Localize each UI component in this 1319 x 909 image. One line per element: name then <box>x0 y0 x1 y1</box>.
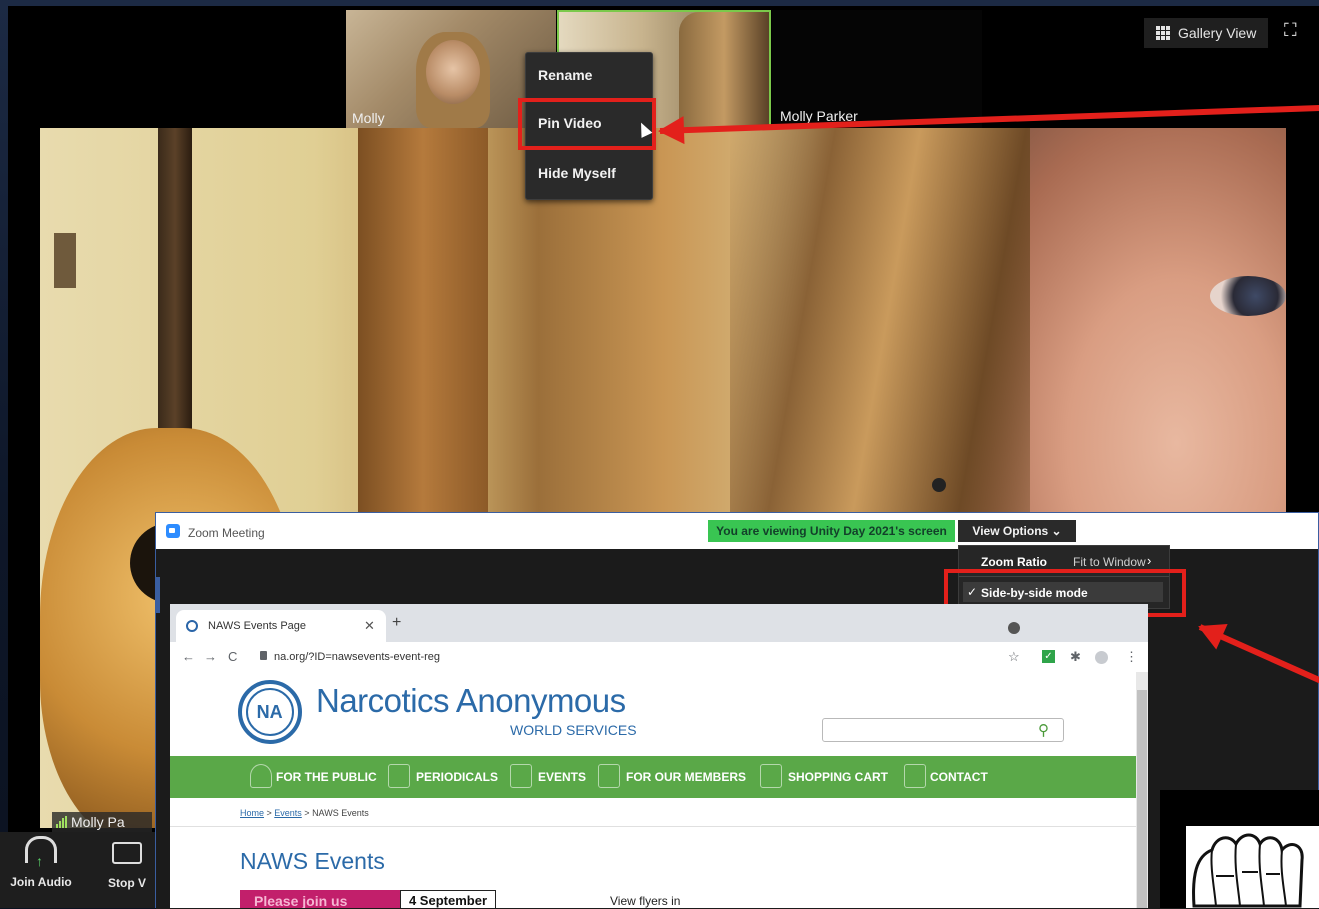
forward-arrow-icon[interactable]: → <box>204 649 217 664</box>
webpage: NA Narcotics Anonymous WORLD SERVICES ⚲ … <box>170 672 1136 908</box>
fullscreen-icon[interactable]: ⛶ <box>1284 20 1297 41</box>
nav-periodicals[interactable]: PERIODICALS <box>416 770 498 784</box>
pen-icon <box>904 764 926 788</box>
meeting-toolbar: ↑ Join Audio Stop V <box>0 832 160 908</box>
nav-for-our-members[interactable]: FOR OUR MEMBERS <box>626 770 746 784</box>
logo-text: NA <box>257 701 283 722</box>
browser-tab[interactable]: NAWS Events Page ✕ <box>176 610 386 642</box>
breadcrumb-home[interactable]: Home <box>240 808 264 818</box>
search-icon[interactable]: ⚲ <box>1038 721 1049 739</box>
divider <box>170 826 1136 827</box>
headphones-icon: ↑ <box>25 836 57 869</box>
star-icon[interactable]: ☆ <box>1008 649 1020 665</box>
new-tab-icon[interactable]: + <box>392 614 401 632</box>
nav-for-the-public[interactable]: FOR THE PUBLIC <box>276 770 377 784</box>
stop-video-button[interactable]: Stop V <box>92 836 162 890</box>
address-bar: ← → C na.org/?ID=nawsevents-event-reg ☆ … <box>170 642 1148 673</box>
nav-events[interactable]: EVENTS <box>538 770 586 784</box>
share-titlebar: Zoom Meeting You are viewing Unity Day 2… <box>156 513 1318 549</box>
breadcrumb-separator: > <box>301 808 313 818</box>
speaker-name-text: Molly Pa <box>71 814 125 830</box>
camera-icon <box>112 842 142 864</box>
na-logo[interactable]: NA <box>236 678 304 746</box>
zoom-ratio-value[interactable]: Fit to Window <box>1073 555 1146 569</box>
side-edge-marker <box>156 577 160 613</box>
guitar-neck <box>158 128 192 458</box>
profile-dot-icon[interactable] <box>1008 622 1020 634</box>
promo-text: Please join us <box>254 893 348 908</box>
chevron-right-icon: › <box>1147 553 1152 568</box>
puzzle-icon[interactable]: ✱ <box>1070 649 1081 665</box>
zoom-ratio-label[interactable]: Zoom Ratio <box>981 555 1047 569</box>
flyers-text: View flyers in <box>610 894 681 908</box>
cartoon-hand-image <box>1186 826 1319 908</box>
kebab-menu-icon[interactable]: ⋮ <box>1125 649 1138 665</box>
grid-icon <box>1156 26 1170 40</box>
scrollbar[interactable] <box>1136 672 1148 908</box>
tab-title: NAWS Events Page <box>208 620 307 632</box>
na-favicon-icon <box>186 620 198 632</box>
extension-check-icon[interactable]: ✓ <box>1042 650 1055 663</box>
back-arrow-icon[interactable]: ← <box>182 649 195 664</box>
breadcrumb-events[interactable]: Events <box>274 808 302 818</box>
breadcrumb-current: NAWS Events <box>312 808 369 818</box>
site-name: Narcotics Anonymous <box>316 682 626 719</box>
wall-item <box>54 233 76 288</box>
participant-hair <box>679 12 769 128</box>
event-promo-banner[interactable]: Please join us 4 September <box>240 890 496 908</box>
tab-strip: NAWS Events Page ✕ + <box>170 604 1148 642</box>
speaker-eye <box>1210 276 1286 316</box>
join-audio-label: Join Audio <box>10 875 72 889</box>
stop-video-label: Stop V <box>108 876 146 890</box>
lock-icon <box>260 651 267 660</box>
menu-item-hide-myself[interactable]: Hide Myself <box>538 165 616 181</box>
close-icon[interactable]: ✕ <box>364 618 375 634</box>
url-field[interactable]: na.org/?ID=nawsevents-event-reg <box>274 651 440 663</box>
earring <box>932 478 946 492</box>
breadcrumb-separator: > <box>264 808 275 818</box>
cart-icon <box>760 764 782 788</box>
browser-window: NAWS Events Page ✕ + ← → C na.org/?ID=na… <box>170 604 1148 908</box>
view-options-button[interactable]: View Options ⌄ <box>958 520 1076 542</box>
menu-item-rename[interactable]: Rename <box>538 67 592 83</box>
nav-shopping-cart[interactable]: SHOPPING CART <box>788 770 888 784</box>
profile-icon[interactable] <box>1095 651 1108 664</box>
breadcrumb: Home > Events > NAWS Events <box>240 808 369 818</box>
share-window-title: Zoom Meeting <box>188 526 265 540</box>
gallery-view-button[interactable]: Gallery View <box>1144 18 1268 48</box>
nav-contact[interactable]: CONTACT <box>930 770 988 784</box>
participant-tile-molly-parker[interactable]: Molly Parker <box>772 10 982 130</box>
site-navigation: FOR THE PUBLIC PERIODICALS EVENTS FOR OU… <box>170 756 1136 798</box>
calendar-icon <box>510 764 532 788</box>
participant-face <box>426 40 480 104</box>
promo-date: 4 September <box>400 890 496 908</box>
speaker-name-label: Molly Pa <box>52 812 152 832</box>
join-audio-button[interactable]: ↑ Join Audio <box>6 836 76 889</box>
zoom-icon <box>166 524 180 538</box>
gallery-view-label: Gallery View <box>1178 25 1257 41</box>
reload-icon[interactable]: C <box>228 649 237 664</box>
signal-icon <box>56 816 67 828</box>
person-icon <box>250 764 272 788</box>
document-icon <box>598 764 620 788</box>
site-search-input[interactable] <box>822 718 1064 742</box>
page-title: NAWS Events <box>240 848 385 874</box>
participant-name: Molly <box>352 110 385 126</box>
site-subtitle: WORLD SERVICES <box>510 722 637 738</box>
book-icon <box>388 764 410 788</box>
viewing-screen-banner: You are viewing Unity Day 2021's screen <box>708 520 955 542</box>
